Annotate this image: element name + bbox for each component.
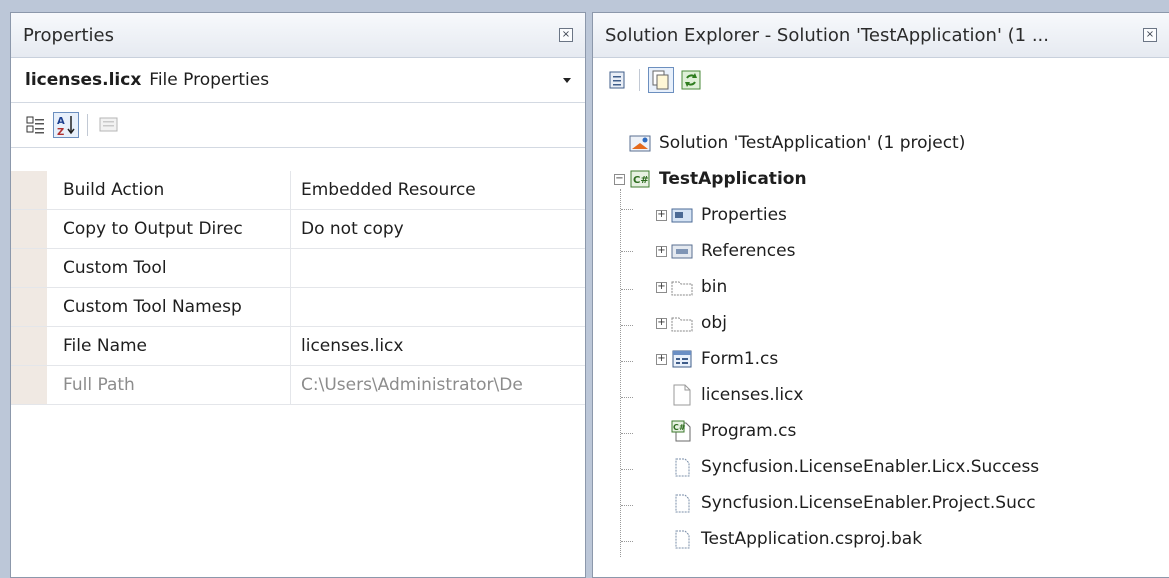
file-icon [671,528,693,550]
folder-icon [671,312,693,334]
svg-text:C#: C# [673,423,686,432]
property-value[interactable]: licenses.licx [291,327,585,365]
object-name: licenses.licx [25,70,142,90]
tree-item-licenses[interactable]: licenses.licx [671,377,803,413]
expand-icon[interactable]: + [656,210,667,221]
solution-explorer-titlebar: Solution Explorer - Solution 'TestApplic… [593,13,1169,58]
tree-item-label: Properties [701,205,787,225]
tree-item-label: Form1.cs [701,349,779,369]
categorized-button[interactable] [23,112,49,138]
tree-item-licx-success[interactable]: Syncfusion.LicenseEnabler.Licx.Success [671,449,1039,485]
file-icon [671,492,693,514]
property-value[interactable]: Do not copy [291,210,585,248]
property-name: File Name [47,327,291,365]
properties-button[interactable] [605,67,631,93]
close-icon[interactable]: × [559,28,573,42]
property-row[interactable]: Custom Tool [11,249,585,288]
tree-item-label: TestApplication.csproj.bak [701,529,923,549]
folder-icon [671,276,693,298]
svg-text:A: A [57,116,65,127]
property-pages-icon [99,117,118,132]
solution-explorer-title: Solution Explorer - Solution 'TestApplic… [605,24,1049,46]
property-value[interactable] [291,288,585,326]
refresh-icon [681,70,701,90]
refresh-button[interactable] [678,67,704,93]
tree-item-label: Solution 'TestApplication' (1 project) [659,133,966,153]
file-icon [671,456,693,478]
tree-item-solution[interactable]: Solution 'TestApplication' (1 project) [629,125,965,161]
chevron-down-icon[interactable] [563,78,571,83]
object-selector[interactable]: licenses.licx File Properties [11,58,585,103]
properties-icon [609,71,625,89]
tree-item-csproj-bak[interactable]: TestApplication.csproj.bak [671,521,922,557]
property-name: Build Action [47,171,291,209]
categorized-icon [26,116,44,134]
tree-item-project-success[interactable]: Syncfusion.LicenseEnabler.Project.Succ [671,485,1036,521]
properties-titlebar: Properties × [11,13,585,58]
property-row[interactable]: Full Path C:\Users\Administrator\De [11,366,585,405]
property-pages-button[interactable] [96,112,122,138]
tree-item-label: Syncfusion.LicenseEnabler.Licx.Success [701,457,1040,477]
expand-icon[interactable]: + [656,318,667,329]
property-value[interactable]: C:\Users\Administrator\De [291,366,585,404]
property-row[interactable]: File Name licenses.licx [11,327,585,366]
properties-title: Properties [23,24,114,46]
solution-icon [629,132,651,154]
close-icon[interactable]: × [1143,28,1157,42]
tree-item-obj[interactable]: obj [671,305,727,341]
toolbar-separator [87,114,88,136]
property-grid: Build Action Embedded Resource Copy to O… [11,171,585,577]
property-name: Custom Tool Namesp [47,288,291,326]
tree-item-label: Syncfusion.LicenseEnabler.Project.Succ [701,493,1036,513]
form-icon [671,348,693,370]
tree-item-label: obj [701,313,727,333]
tree-item-references[interactable]: References [671,233,795,269]
solution-toolbar [593,58,1169,102]
csharp-file-icon: C# [671,420,693,442]
property-value[interactable] [291,249,585,287]
properties-folder-icon [671,204,693,226]
properties-panel: Properties × licenses.licx File Properti… [10,12,586,578]
tree-item-project[interactable]: C# TestApplication [629,161,807,197]
property-row[interactable]: Build Action Embedded Resource [11,171,585,210]
tree-item-form1[interactable]: Form1.cs [671,341,778,377]
tree-item-label: References [701,241,796,261]
svg-text:Z: Z [57,127,64,136]
expand-icon[interactable]: + [656,354,667,365]
tree-item-label: licenses.licx [701,385,804,405]
tree-item-label: TestApplication [659,169,807,189]
svg-text:C#: C# [633,175,649,186]
sort-az-icon: A Z [57,116,75,136]
property-value[interactable]: Embedded Resource [291,171,585,209]
alphabetical-button[interactable]: A Z [53,112,79,138]
toolbar-separator [639,69,640,91]
collapse-icon[interactable]: − [614,174,625,185]
references-icon [671,240,693,262]
solution-explorer-panel: Solution Explorer - Solution 'TestApplic… [592,12,1169,578]
property-name: Full Path [47,366,291,404]
property-name: Custom Tool [47,249,291,287]
properties-toolbar: A Z [11,103,585,148]
expand-icon[interactable]: + [656,282,667,293]
expand-icon[interactable]: + [656,246,667,257]
tree-item-label: Program.cs [701,421,797,441]
tree-item-label: bin [701,277,728,297]
tree-item-bin[interactable]: bin [671,269,727,305]
property-row[interactable]: Copy to Output Direc Do not copy [11,210,585,249]
object-type: File Properties [149,70,270,90]
show-all-files-icon [652,70,669,90]
tree-item-properties[interactable]: Properties [671,197,787,233]
file-icon [671,384,693,406]
tree-item-program[interactable]: C# Program.cs [671,413,796,449]
property-row[interactable]: Custom Tool Namesp [11,288,585,327]
property-name: Copy to Output Direc [47,210,291,248]
show-all-files-button[interactable] [648,67,674,93]
csharp-project-icon: C# [629,168,651,190]
